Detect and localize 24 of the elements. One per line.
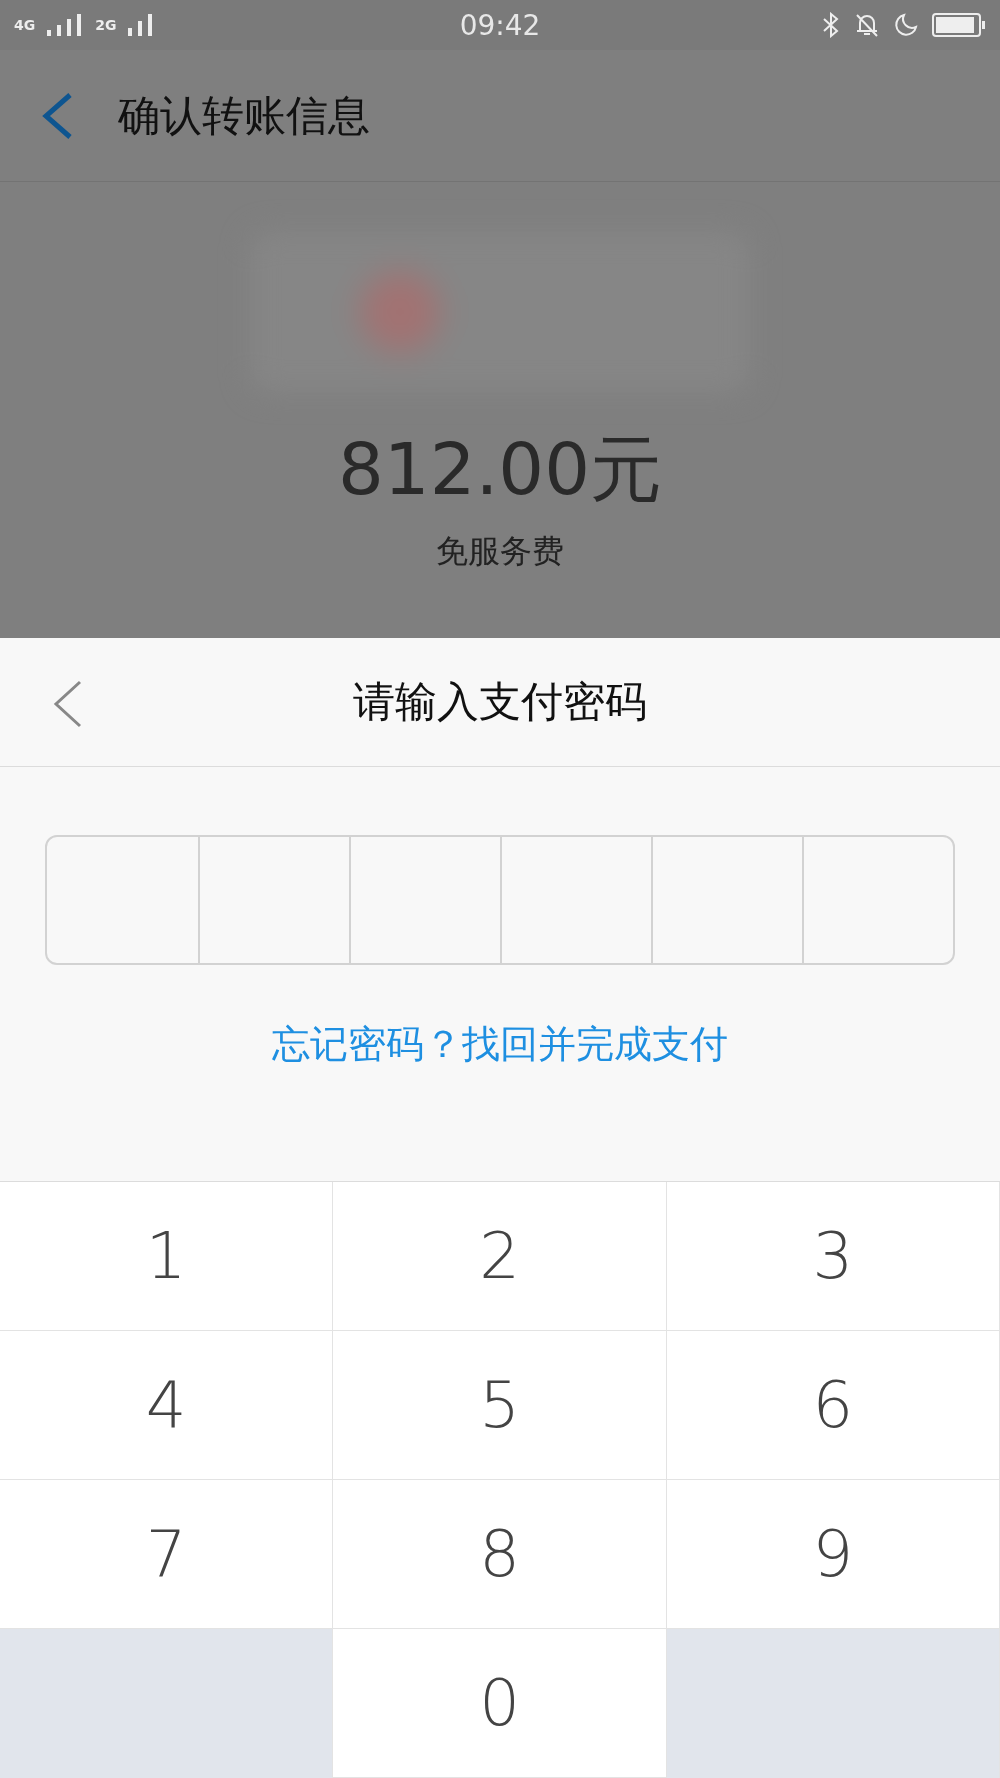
battery-icon	[932, 13, 986, 37]
keypad-key[interactable]: 9	[666, 1480, 1000, 1629]
keypad-key[interactable]: 5	[333, 1331, 667, 1480]
page-title: 确认转账信息	[118, 89, 370, 142]
bell-off-icon	[854, 12, 880, 38]
status-time: 09:42	[459, 8, 541, 42]
keypad-key[interactable]: 0	[333, 1629, 667, 1778]
keypad-key[interactable]: 7	[0, 1480, 334, 1629]
sheet-title: 请输入支付密码	[353, 676, 647, 728]
keypad-key[interactable]: 6	[666, 1331, 1000, 1480]
bluetooth-icon	[822, 12, 840, 38]
keypad-key[interactable]: 2	[333, 1182, 667, 1331]
fee-note: 免服务费	[436, 531, 564, 572]
keypad-key[interactable]: 8	[333, 1480, 667, 1629]
transfer-amount: 812.00元	[338, 426, 662, 513]
keypad-key[interactable]: 3	[666, 1182, 1000, 1331]
moon-icon	[894, 13, 918, 37]
password-field[interactable]	[45, 835, 955, 965]
keypad-key[interactable]: 4	[0, 1331, 334, 1480]
back-icon[interactable]	[40, 91, 74, 140]
network-label: 4G	[14, 17, 36, 33]
keypad-key[interactable]: 1	[0, 1182, 334, 1331]
back-icon[interactable]	[52, 680, 84, 728]
network-label: 2G	[95, 17, 117, 33]
